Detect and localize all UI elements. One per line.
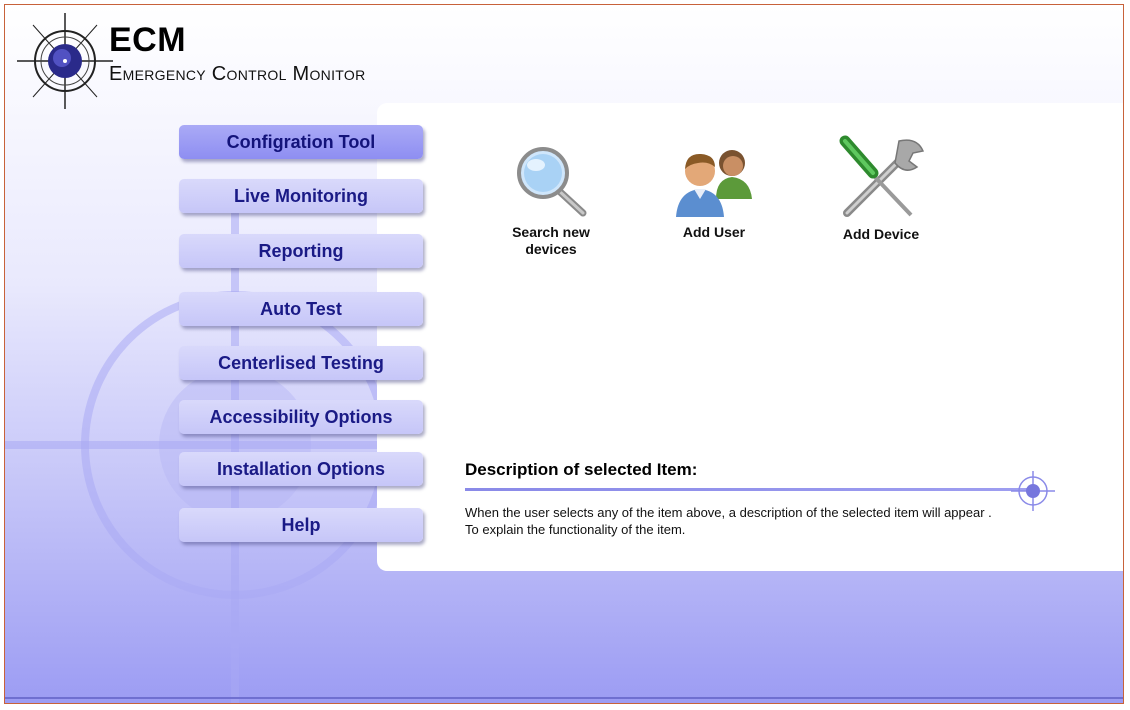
nav-accessibility-options[interactable]: Accessibility Options xyxy=(179,400,423,434)
description-divider xyxy=(465,488,1031,491)
search-new-devices-label-line1: Search new xyxy=(512,224,590,240)
add-device-button[interactable]: Add Device xyxy=(833,135,929,243)
description-line-1: When the user selects any of the item ab… xyxy=(465,505,992,520)
search-new-devices-label-line2: devices xyxy=(525,241,577,257)
add-user-button[interactable]: Add User xyxy=(669,139,759,241)
nav-installation-options[interactable]: Installation Options xyxy=(179,452,423,486)
app-subtitle: Emergency Control Monitor xyxy=(109,63,366,85)
magnifier-icon xyxy=(517,147,587,217)
screwdriver-wrench-icon xyxy=(839,135,925,217)
search-new-devices-button[interactable]: Search new devices xyxy=(501,143,601,258)
users-icon xyxy=(676,150,752,217)
add-user-label: Add User xyxy=(682,224,746,240)
ecm-logo xyxy=(17,13,113,109)
add-device-label: Add Device xyxy=(842,226,920,242)
nav-configuration-tool[interactable]: Configration Tool xyxy=(179,125,423,159)
nav-help[interactable]: Help xyxy=(179,508,423,542)
nav-reporting[interactable]: Reporting xyxy=(179,234,423,268)
description-text: When the user selects any of the item ab… xyxy=(465,504,1065,538)
description-title: Description of selected Item: xyxy=(465,460,698,479)
nav-auto-test[interactable]: Auto Test xyxy=(179,292,423,326)
app-window: ECM Emergency Control Monitor Configrati… xyxy=(4,4,1124,704)
nav-centralised-testing[interactable]: Centerlised Testing xyxy=(179,346,423,380)
description-line-2: To explain the functionality of the item… xyxy=(465,522,686,537)
app-title: ECM xyxy=(109,21,187,59)
nav-live-monitoring[interactable]: Live Monitoring xyxy=(179,179,423,213)
bottom-divider xyxy=(5,697,1123,699)
